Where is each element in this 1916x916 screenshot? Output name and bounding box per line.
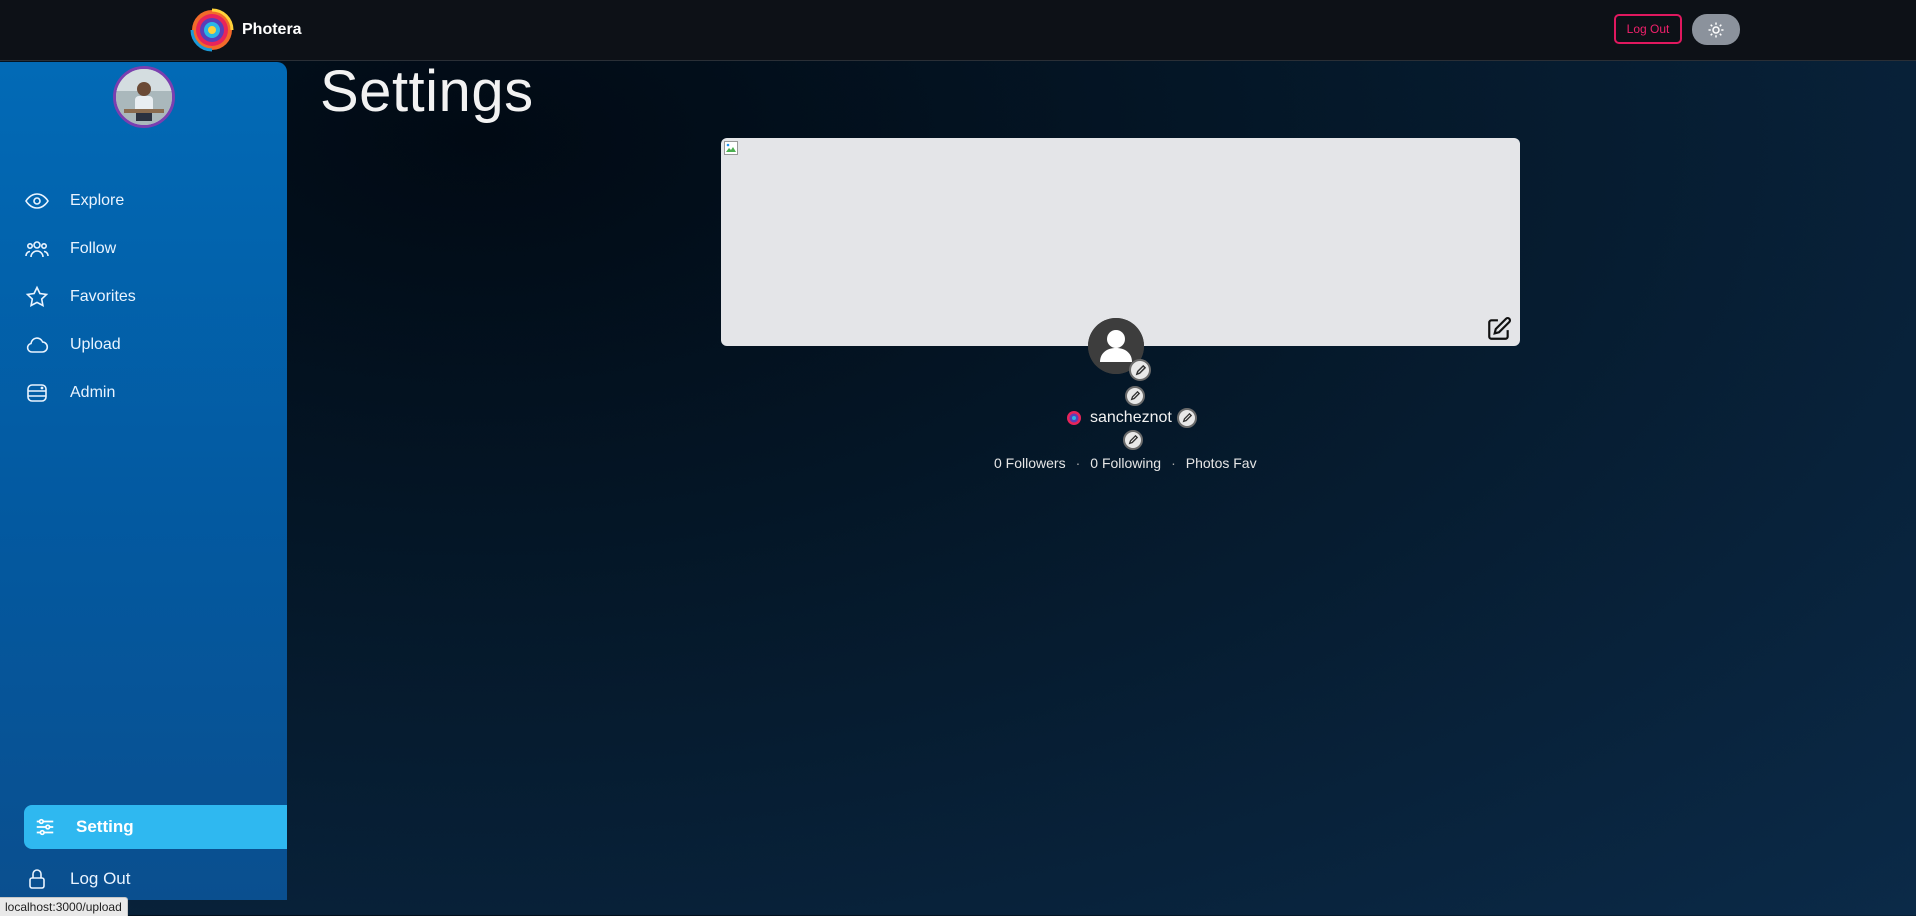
sidebar-item-admin[interactable]: Admin — [24, 373, 284, 413]
sidebar-item-explore[interactable]: Explore — [24, 181, 284, 221]
edit-bio-button[interactable] — [1123, 430, 1143, 450]
status-bar-url: localhost:3000/upload — [0, 897, 128, 916]
top-navbar: Photera Log Out — [0, 0, 1916, 61]
star-icon — [24, 284, 50, 310]
photera-logo-icon — [1067, 411, 1081, 425]
user-photo — [116, 69, 172, 125]
theme-toggle-button[interactable] — [1692, 14, 1740, 45]
sidebar-item-label: Setting — [76, 817, 134, 836]
pencil-icon — [1182, 413, 1192, 423]
sidebar-item-favorites[interactable]: Favorites — [24, 277, 284, 317]
sidebar-item-logout[interactable]: Log Out — [24, 859, 284, 899]
photera-logo-icon — [190, 8, 234, 52]
database-icon — [24, 380, 50, 406]
stats-separator: · — [1171, 455, 1176, 471]
app-name: Photera — [242, 21, 302, 38]
lock-icon — [24, 866, 50, 892]
stats-separator: · — [1075, 455, 1081, 471]
sidebar-item-setting[interactable]: Setting — [24, 805, 287, 849]
broken-image-icon — [724, 141, 738, 155]
username-row: sancheznot — [1066, 405, 1197, 431]
sidebar-item-follow[interactable]: Follow — [24, 229, 284, 269]
edit-username-button[interactable] — [1176, 408, 1197, 428]
sidebar-item-label: Explore — [70, 192, 125, 209]
following-count[interactable]: 0 Following — [1090, 455, 1161, 471]
pencil-icon — [1128, 435, 1138, 445]
pencil-icon — [1130, 391, 1140, 401]
cover-image — [721, 138, 1520, 346]
sidebar-item-upload[interactable]: Upload — [24, 325, 284, 365]
avatar[interactable] — [113, 66, 175, 128]
cloud-icon — [24, 332, 50, 358]
page-title: Settings — [320, 59, 534, 124]
edit-cover-icon[interactable] — [1486, 316, 1512, 342]
sidebar: Explore Follow Favorites Upload Admin Se… — [0, 62, 287, 900]
users-icon — [24, 236, 50, 262]
sidebar-item-label: Favorites — [70, 288, 136, 305]
pencil-icon — [1135, 364, 1146, 375]
profile-stats: 0 Followers · 0 Following · Photos Fav — [994, 455, 1257, 471]
sidebar-item-label: Follow — [70, 240, 117, 257]
username: sancheznot — [1090, 409, 1172, 426]
logout-button[interactable]: Log Out — [1614, 14, 1682, 44]
followers-count[interactable]: 0 Followers — [994, 455, 1066, 471]
sidebar-item-label: Upload — [70, 336, 121, 353]
sun-icon — [1708, 22, 1724, 37]
edit-profile-picture-button[interactable] — [1129, 359, 1151, 381]
edit-field-button[interactable] — [1125, 386, 1145, 406]
photos-fav-link[interactable]: Photos Fav — [1186, 455, 1257, 471]
brand[interactable]: Photera — [190, 7, 302, 53]
eye-icon — [24, 188, 50, 214]
sidebar-item-label: Log Out — [70, 869, 131, 888]
sidebar-item-label: Admin — [70, 384, 116, 401]
sliders-icon — [32, 814, 58, 840]
